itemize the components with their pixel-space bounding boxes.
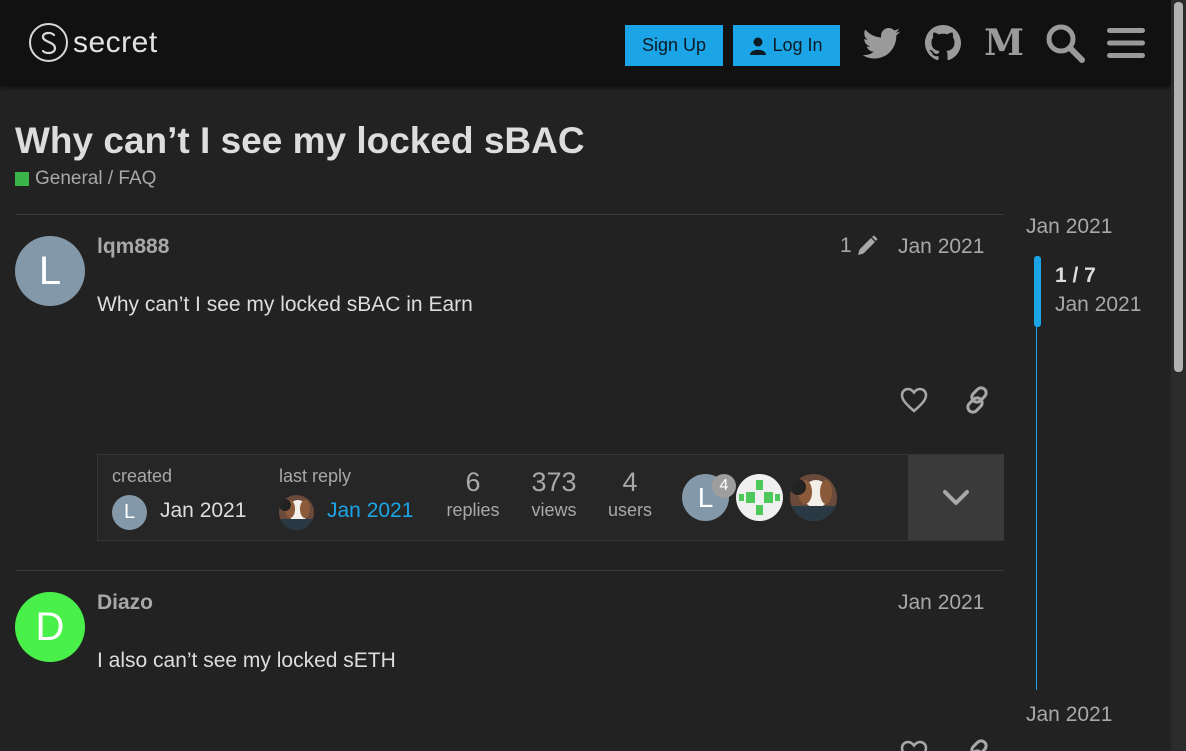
created-label: created [112,466,173,486]
category-link[interactable]: General / FAQ [15,168,156,190]
post-divider [15,570,1004,571]
avatar-letter: L [697,481,714,513]
post-username[interactable]: lqm888 [97,235,169,259]
medium-icon[interactable]: M [982,21,1026,65]
avatar[interactable]: L [15,236,85,306]
edit-count: 1 [840,234,852,257]
participant-avatar[interactable] [736,474,783,521]
users-label: users [607,500,652,520]
replies-label: replies [446,500,500,520]
like-heart-icon[interactable] [896,382,932,418]
site-header: secret Sign Up Log In M [0,0,1171,86]
edit-history-button[interactable]: 1 [840,234,878,258]
topic-title[interactable]: Why can’t I see my locked sBAC [15,120,585,162]
post-divider [15,214,1004,215]
hamburger-menu-icon[interactable] [1104,21,1148,65]
post-count-badge: 4 [712,474,736,498]
avatar-letter: L [123,501,136,523]
twitter-icon[interactable] [860,21,904,65]
user-icon [750,37,767,55]
pencil-icon [857,235,878,255]
timeline-position-date: Jan 2021 [1055,293,1142,316]
chevron-down-icon [943,489,969,505]
avatar-letter: D [35,604,65,649]
secret-logo-icon [29,23,68,62]
timeline-start-date[interactable]: Jan 2021 [1026,215,1112,239]
post-body: Why can’t I see my locked sBAC in Earn [97,293,473,316]
site-logo[interactable]: secret [29,23,158,62]
sign-up-button[interactable]: Sign Up [625,25,723,66]
replies-count: 6 [465,467,481,497]
expand-topic-map-button[interactable] [908,455,1004,540]
post-date[interactable]: Jan 2021 [898,591,984,615]
search-icon[interactable] [1043,21,1087,65]
users-count: 4 [622,467,638,497]
views-count: 373 [531,467,577,497]
users-stat: 4 users [604,467,656,521]
like-heart-icon[interactable] [896,735,932,751]
log-in-button[interactable]: Log In [733,25,840,66]
avatar[interactable]: L [112,495,147,530]
category-color-swatch [15,172,29,186]
logo-text: secret [73,25,158,59]
log-in-label: Log In [772,35,823,55]
timeline-position: 1 / 7 [1055,264,1096,287]
post-username[interactable]: Diazo [97,591,153,615]
participant-avatar[interactable] [790,474,837,521]
replies-stat: 6 replies [445,467,501,521]
created-date: Jan 2021 [160,499,247,522]
last-reply-label: last reply [279,466,352,486]
post-date[interactable]: Jan 2021 [898,235,984,259]
views-stat: 373 views [526,467,582,521]
share-link-icon[interactable] [959,382,995,418]
timeline-end-date[interactable]: Jan 2021 [1026,703,1112,727]
last-reply-date[interactable]: Jan 2021 [327,499,413,523]
post-body: I also can’t see my locked sETH [97,649,396,672]
avatar-letter: L [38,248,62,293]
avatar[interactable] [279,495,314,530]
category-name: General / FAQ [35,168,157,189]
page-scrollbar[interactable] [1171,0,1186,751]
avatar[interactable]: D [15,592,85,662]
views-label: views [531,500,577,520]
scrollbar-thumb[interactable] [1174,2,1183,372]
timeline-scroll-handle[interactable] [1034,256,1041,327]
github-icon[interactable] [921,21,965,65]
share-link-icon[interactable] [959,735,995,751]
